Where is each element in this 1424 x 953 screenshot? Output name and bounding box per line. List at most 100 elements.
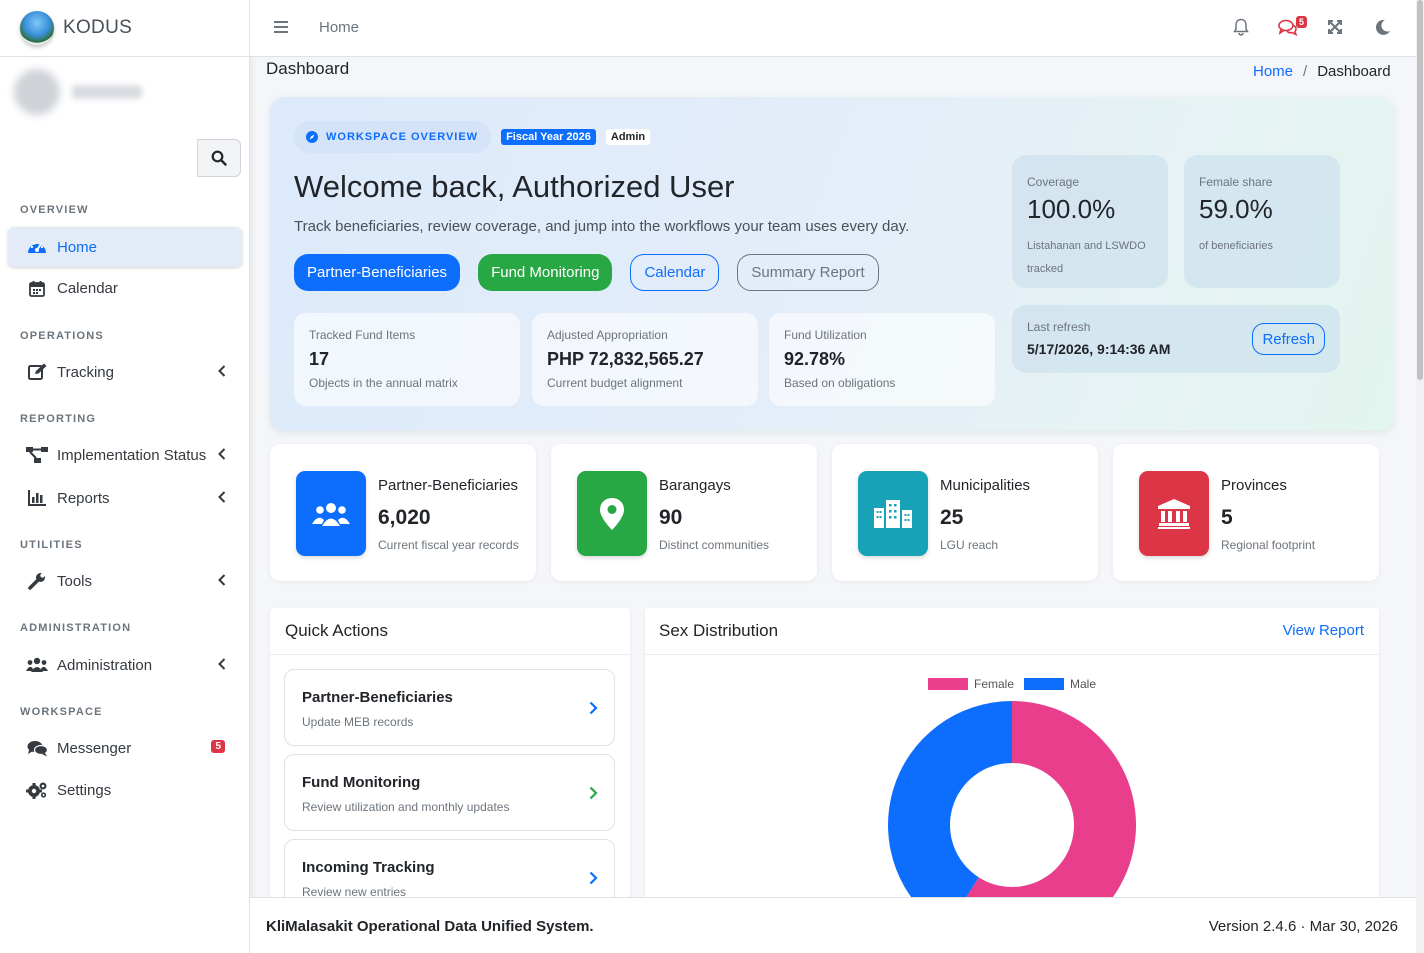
breadcrumb: Home / Dashboard [1253, 63, 1391, 80]
scrollbar-thumb[interactable] [1417, 0, 1423, 380]
mini-card-label: Fund Utilization [784, 328, 867, 342]
refresh-button[interactable]: Refresh [1252, 323, 1325, 355]
summary-report-button[interactable]: Summary Report [737, 254, 879, 291]
nav-header-operations: OPERATIONS [20, 330, 104, 342]
chevron-right-icon [589, 786, 598, 800]
sidebar-item-label: Administration [57, 656, 153, 674]
info-box-sub: LGU reach [940, 538, 999, 552]
info-box-sub: Regional footprint [1221, 538, 1316, 552]
sidebar-item-settings[interactable]: Settings [8, 770, 242, 810]
breadcrumb-home-link[interactable]: Home [1253, 63, 1293, 80]
user-name-blurred [72, 85, 142, 99]
chevron-left-icon [218, 574, 226, 586]
breadcrumb-current: Dashboard [1317, 63, 1391, 80]
quick-action-fund-monitoring[interactable]: Fund Monitoring Review utilization and m… [284, 754, 615, 831]
sidebar-item-tools[interactable]: Tools [8, 561, 242, 601]
sidebar-item-label: Settings [57, 781, 112, 799]
brand-link[interactable]: KODUS [0, 0, 249, 57]
partner-beneficiaries-button[interactable]: Partner-Beneficiaries [294, 254, 461, 291]
mini-card-label: Tracked Fund Items [309, 328, 416, 342]
fund-monitoring-button[interactable]: Fund Monitoring [478, 254, 613, 291]
info-box-text: Barangays 90 Distinct communities [659, 477, 769, 552]
map-marker-icon [577, 471, 647, 556]
quick-actions-title: Quick Actions [270, 608, 630, 655]
sidebar-item-label: Implementation Status [57, 446, 207, 464]
sidebar-item-home[interactable]: Home [8, 227, 242, 267]
mini-card-label: Adjusted Appropriation [547, 328, 668, 342]
sidebar-item-label: Calendar [57, 279, 118, 297]
search-icon [211, 150, 227, 166]
fullscreen-icon[interactable] [1328, 20, 1342, 34]
user-panel[interactable] [0, 57, 249, 127]
comments-icon[interactable] [1278, 19, 1298, 36]
info-box-label: Partner-Beneficiaries [378, 477, 519, 494]
hero-button-row: Partner-Beneficiaries Fund Monitoring Ca… [294, 254, 879, 291]
role-badge: Admin [605, 129, 651, 145]
nav-header-overview: OVERVIEW [20, 204, 89, 216]
compass-icon [306, 131, 318, 143]
info-box-label: Provinces [1221, 477, 1287, 494]
workspace-overview-hero: WORKSPACE OVERVIEW Fiscal Year 2026 Admi… [270, 97, 1394, 431]
info-box-text: Municipalities 25 LGU reach [940, 477, 1030, 552]
dashboard-gauge-icon [26, 237, 48, 257]
info-box-value: 5 [1221, 506, 1233, 529]
info-box-value: 90 [659, 506, 683, 529]
footer-system-name: KliMalasakit Operational Data Unified Sy… [266, 918, 594, 935]
quick-action-partner-beneficiaries[interactable]: Partner-Beneficiaries Update MEB records [284, 669, 615, 746]
coverage-card: Coverage 100.0% Listahanan and LSWDO tra… [1012, 155, 1168, 288]
info-box-sub: Current fiscal year records [378, 538, 519, 552]
sidebar-item-calendar[interactable]: Calendar [8, 268, 242, 308]
quick-actions-card: Quick Actions Partner-Beneficiaries Upda… [270, 608, 630, 908]
bell-icon[interactable] [1233, 18, 1249, 36]
welcome-heading: Welcome back, Authorized User [294, 169, 735, 204]
page-title: Dashboard [266, 59, 350, 78]
sidebar-item-label: Reports [57, 489, 110, 507]
female-share-value: 59.0% [1199, 194, 1273, 224]
chevron-left-icon [218, 658, 226, 670]
chevron-left-icon [218, 448, 226, 460]
coverage-sub: Listahanan and LSWDO tracked [1027, 240, 1146, 275]
moon-icon[interactable] [1375, 19, 1391, 35]
chevron-left-icon [218, 491, 226, 503]
adjusted-appropriation-card: Adjusted Appropriation PHP 72,832,565.27… [532, 313, 758, 406]
calendar-button[interactable]: Calendar [630, 254, 720, 291]
coverage-value: 100.0% [1027, 194, 1116, 224]
calendar-icon [26, 278, 48, 298]
sidebar-item-reports[interactable]: Reports [8, 478, 242, 518]
welcome-subtitle: Track beneficiaries, review coverage, an… [294, 218, 910, 235]
sidebar-item-administration[interactable]: Administration [8, 645, 242, 685]
female-share-sub: of beneficiaries [1199, 240, 1273, 252]
chevron-left-icon [218, 365, 226, 377]
quick-action-title: Partner-Beneficiaries [302, 689, 453, 706]
coverage-label: Coverage [1027, 175, 1080, 189]
tracked-fund-items-card: Tracked Fund Items 17 Objects in the ann… [294, 313, 520, 406]
fiscal-year-badge: Fiscal Year 2026 [501, 129, 596, 145]
search-input[interactable] [8, 139, 197, 177]
mini-card-sub: Based on obligations [784, 376, 896, 390]
sidebar-item-messenger[interactable]: Messenger 5 [8, 728, 242, 768]
top-navbar: Home 5 [250, 0, 1416, 57]
mini-card-sub: Current budget alignment [547, 376, 683, 390]
fund-utilization-card: Fund Utilization 92.78% Based on obligat… [769, 313, 995, 406]
project-diagram-icon [26, 445, 48, 465]
topnav-home-link[interactable]: Home [319, 19, 359, 36]
sidebar-item-label: Home [57, 238, 98, 256]
sidebar-item-tracking[interactable]: Tracking [8, 352, 242, 392]
brand-logo [20, 11, 54, 45]
quick-action-sub: Review utilization and monthly updates [302, 800, 510, 814]
page-scrollbar[interactable] [1416, 0, 1424, 953]
mini-card-value: 92.78% [784, 349, 846, 369]
donut-slice-male[interactable] [888, 701, 1012, 908]
quick-action-title: Incoming Tracking [302, 859, 435, 876]
city-icon [858, 471, 928, 556]
chevron-right-icon [589, 701, 598, 715]
search-button[interactable] [197, 139, 241, 177]
sex-distribution-donut-chart [888, 701, 1136, 908]
info-box-label: Barangays [659, 477, 731, 494]
sidebar-item-label: Tools [57, 572, 93, 590]
brand-name: KODUS [63, 17, 133, 38]
nav-header-administration: ADMINISTRATION [20, 622, 132, 634]
hamburger-menu-icon[interactable] [274, 20, 288, 34]
messenger-badge: 5 [211, 740, 225, 753]
sidebar-item-implementation-status[interactable]: Implementation Status [8, 435, 242, 475]
